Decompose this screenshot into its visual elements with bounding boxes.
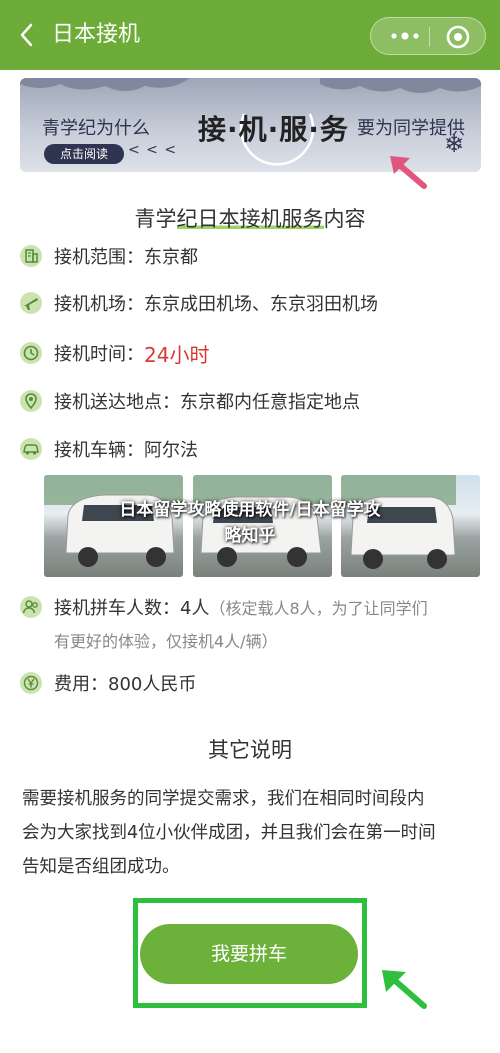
top-nav-bar: 日本接机 [0, 0, 500, 70]
description-text: 需要接机服务的同学提交需求，我们在相同时间段内 会为大家找到4位小伙伴成团，并且… [22, 782, 482, 884]
row-label: 接机时间： [54, 344, 144, 365]
title-highlight: 纪日本接机服务 [176, 207, 324, 231]
row-value: 24小时 [144, 342, 210, 367]
description-line-3: 告知是否组团成功。 [22, 857, 180, 877]
chevron-left-icon[interactable] [14, 20, 40, 50]
info-row-vehicle: 接机车辆： 阿尔法 [20, 434, 198, 464]
page-title: 日本接机 [52, 22, 141, 47]
info-row-carpool: 接机拼车人数： 4人 （核定载人8人，为了让同学们 [20, 592, 428, 622]
mini-program-capsule [370, 17, 486, 55]
row-label: 接机范围： [54, 247, 144, 268]
row-value: 阿尔法 [144, 440, 198, 461]
other-info-title: 其它说明 [208, 738, 292, 762]
clock-icon [20, 342, 42, 364]
row-value: 东京都内任意指定地点 [180, 392, 360, 413]
watermark-line-2: 略知乎 [224, 526, 276, 546]
watermark-line-1: 日本留学攻略使用软件/日本留学攻 [119, 500, 381, 520]
people-icon [20, 596, 42, 618]
info-row-airport: 接机机场： 东京成田机场、东京羽田机场 [20, 288, 378, 318]
row-label: 接机送达地点： [54, 392, 180, 413]
carpool-note-continued: 有更好的体验，仅接机4人/辆） [54, 632, 278, 651]
target-icon[interactable] [445, 24, 471, 50]
row-value: 东京成田机场、东京羽田机场 [144, 294, 378, 315]
info-row-range: 接机范围： 东京都 [20, 241, 198, 271]
carpool-button[interactable]: 我要拼车 [140, 924, 358, 984]
title-suffix: 内容 [323, 207, 366, 231]
description-line-1: 需要接机服务的同学提交需求，我们在相同时间段内 [22, 789, 425, 809]
row-value: 东京都 [144, 247, 198, 268]
row-value: 800人民币 [108, 674, 197, 695]
pink-arrow-icon [390, 156, 427, 189]
row-label: 接机拼车人数： [54, 598, 180, 619]
row-label: 接机车辆： [54, 440, 144, 461]
title-prefix: 青学 [134, 207, 177, 231]
watermark-overlay: 日本留学攻略使用软件/日本留学攻 略知乎 [60, 497, 440, 549]
service-content-title: 青学纪日本接机服务内容 [0, 203, 500, 233]
green-arrow-icon [382, 970, 427, 1009]
info-row-fee: 费用： 800人民币 [20, 668, 196, 698]
yen-icon [20, 672, 42, 694]
banner-main-text: 接·机·服·务 [198, 113, 349, 146]
row-value: 4人 [180, 598, 210, 619]
building-icon [20, 245, 42, 267]
info-row-time: 接机时间： 24小时 [20, 338, 209, 368]
row-label: 费用： [54, 674, 108, 695]
airplane-icon [20, 292, 42, 314]
location-pin-icon [20, 390, 42, 412]
description-line-2: 会为大家找到4位小伙伴成团，并且我们会在第一时间 [22, 823, 436, 843]
arrows-decoration: < < < [128, 142, 178, 158]
read-more-button[interactable]: 点击阅读 [44, 144, 124, 164]
row-label: 接机机场： [54, 294, 144, 315]
capsule-divider [429, 27, 430, 47]
more-dots-icon[interactable] [385, 26, 425, 46]
banner-left-text: 青学纪为什么 [42, 118, 150, 139]
carpool-note: （核定载人8人，为了让同学们 [209, 599, 428, 618]
info-row-destination: 接机送达地点： 东京都内任意指定地点 [20, 386, 360, 416]
car-icon [20, 438, 42, 460]
snowflake-icon: ❄ [444, 130, 465, 158]
